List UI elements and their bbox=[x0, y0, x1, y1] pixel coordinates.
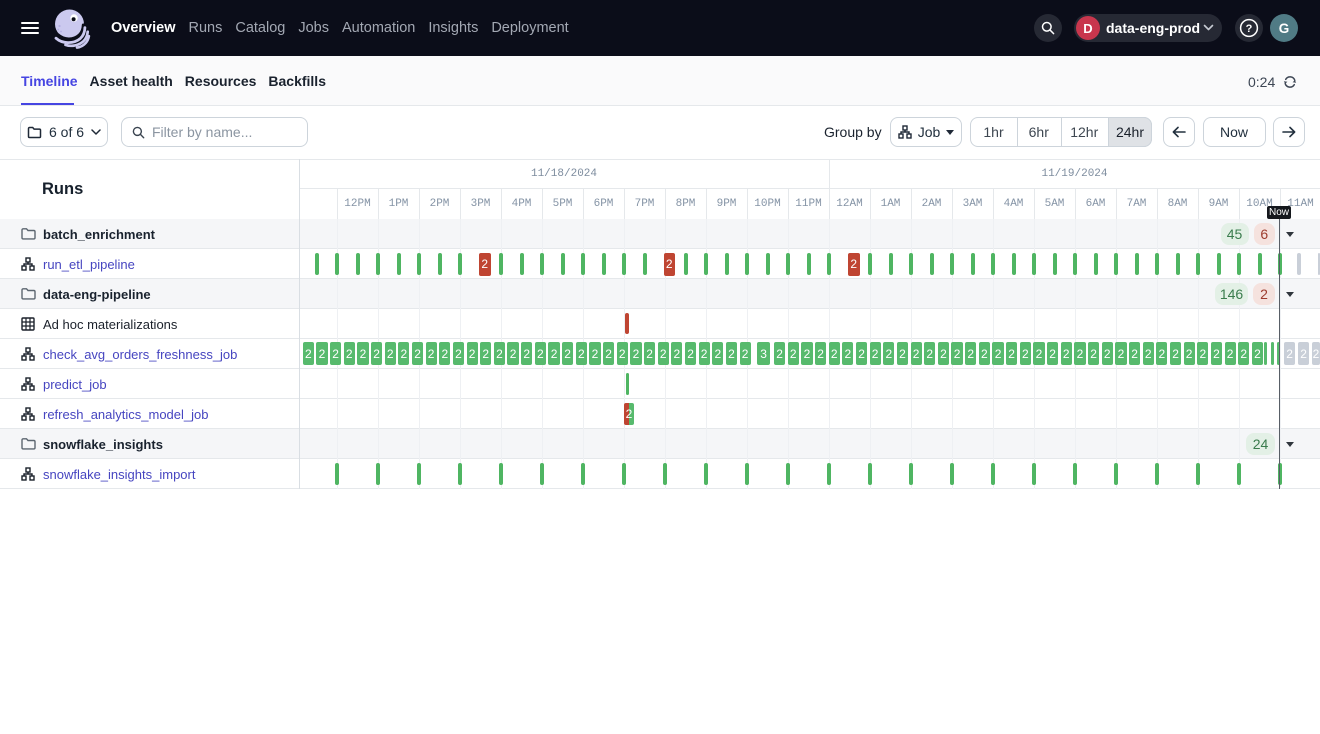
svg-text:?: ? bbox=[1246, 23, 1253, 35]
